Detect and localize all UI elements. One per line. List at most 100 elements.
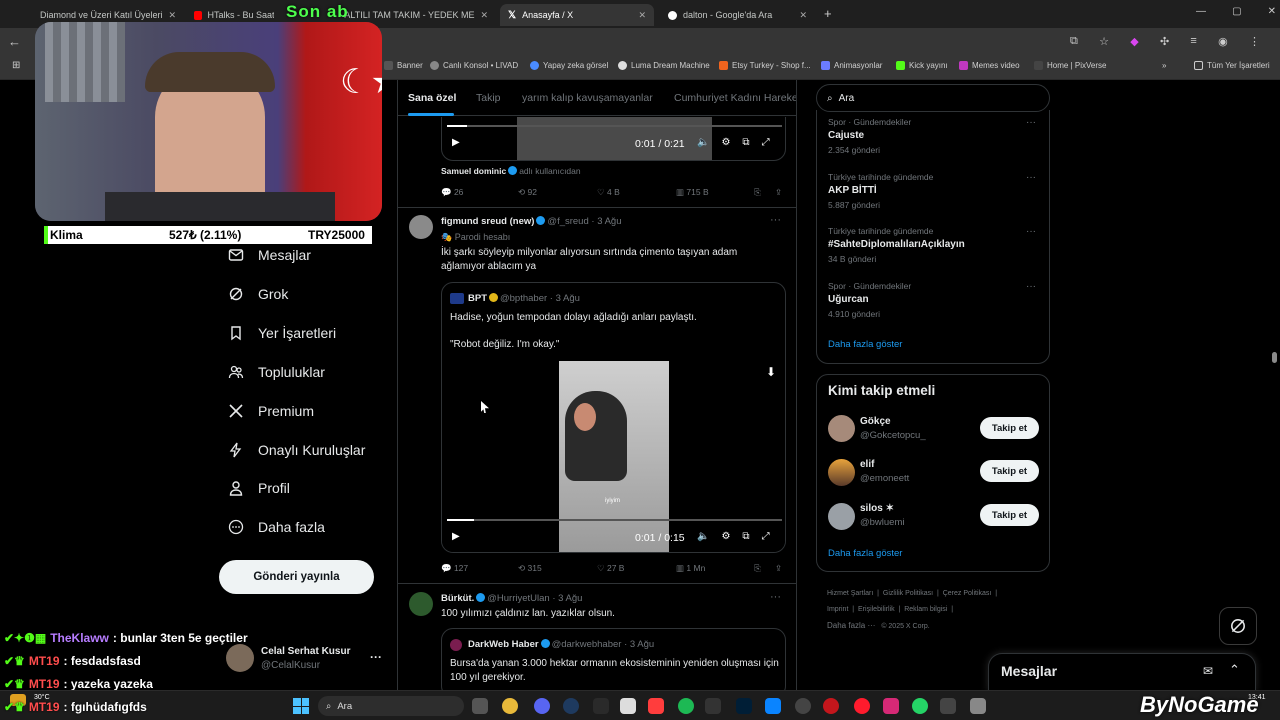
trend-item[interactable]: Türkiye tarihinde gündemde AKP BİTTİ 5.8…	[828, 172, 933, 210]
footer-link[interactable]: Çerez Politikası	[943, 590, 992, 597]
bookmark-yapay-zeka[interactable]: Yapay zeka görsel	[530, 61, 608, 70]
share-icon[interactable]: ⇪	[775, 563, 782, 574]
bookmark-icon[interactable]: ⎘	[754, 563, 761, 574]
bookmarks-overflow[interactable]: »	[1162, 61, 1166, 70]
avatar[interactable]	[828, 503, 855, 530]
trend-more-button[interactable]: ···	[1026, 226, 1036, 237]
share-icon[interactable]: ⇪	[775, 187, 782, 198]
bookmark-kick[interactable]: Kick yayını	[896, 61, 948, 70]
discord-icon[interactable]	[534, 698, 550, 714]
bookmark-luma[interactable]: Luma Dream Machine	[618, 61, 710, 70]
show-more-trends-link[interactable]: Daha fazla göster	[828, 339, 902, 350]
views-button[interactable]: ▥ 715 B	[676, 187, 709, 198]
footer-link[interactable]: Imprint	[827, 606, 848, 613]
maximize-button[interactable]: ▢	[1232, 6, 1241, 17]
sidebar-item-verified-orgs[interactable]: Onaylı Kuruluşlar	[228, 442, 365, 458]
windows-start-icon[interactable]	[293, 698, 309, 714]
reply-button[interactable]: 💬 127	[441, 563, 468, 574]
epic-games-icon[interactable]	[705, 698, 721, 714]
media-icon[interactable]: ≡	[1190, 35, 1196, 49]
new-message-icon[interactable]: ✉	[1203, 664, 1213, 678]
trend-item[interactable]: Türkiye tarihinde gündemde #SahteDiploma…	[828, 226, 965, 264]
whatsapp-icon[interactable]	[912, 698, 928, 714]
play-icon[interactable]: ▶	[452, 531, 460, 542]
sidebar-item-messages[interactable]: Mesajlar	[228, 247, 311, 263]
follow-button[interactable]: Takip et	[980, 504, 1039, 526]
post-more-button[interactable]: ···	[770, 591, 781, 603]
account-more-button[interactable]: ···	[370, 650, 382, 664]
quoted-post[interactable]: BPT @bpthaber · 3 Ağu Hadise, yoğun tempo…	[441, 282, 786, 553]
close-icon[interactable]: ✕	[480, 10, 488, 21]
avatar[interactable]	[226, 644, 254, 672]
app-icon[interactable]	[765, 698, 781, 714]
profile-icon[interactable]: ◉	[1218, 35, 1228, 49]
sidebar-item-premium[interactable]: Premium	[228, 403, 314, 419]
like-button[interactable]: ♡ 4 B	[597, 187, 620, 198]
sidebar-item-grok[interactable]: Grok	[228, 286, 288, 302]
footer-link[interactable]: Daha fazla ···	[827, 621, 875, 630]
fullscreen-icon[interactable]: ⤢	[762, 531, 770, 542]
new-tab-button[interactable]: +	[824, 6, 832, 21]
calculator-icon[interactable]	[970, 698, 986, 714]
sidebar-item-bookmarks[interactable]: Yer İşaretleri	[228, 325, 336, 341]
close-icon[interactable]: ✕	[799, 10, 807, 21]
menu-icon[interactable]: ⋮	[1249, 35, 1260, 49]
tab-list-2[interactable]: Cumhuriyet Kadını Hareke	[674, 92, 796, 104]
apps-icon[interactable]: ⊞	[12, 60, 20, 71]
sidebar-item-profile[interactable]: Profil	[228, 480, 290, 496]
pip-icon[interactable]: ⧉	[742, 137, 749, 148]
suggested-user-name[interactable]: silos ✶	[860, 503, 894, 514]
star-icon[interactable]: ☆	[1099, 35, 1109, 49]
fullscreen-icon[interactable]: ⤢	[762, 137, 770, 148]
play-icon[interactable]: ▶	[452, 137, 460, 148]
like-button[interactable]: ♡ 27 B	[597, 563, 624, 574]
repost-button[interactable]: ⟲ 92	[518, 187, 537, 198]
bookmark-banner[interactable]: Banner	[384, 61, 423, 70]
search-input[interactable]: ⌕ Ara	[816, 84, 1050, 112]
author-name[interactable]: Bürküt.	[441, 593, 474, 604]
opera-icon[interactable]	[854, 698, 870, 714]
avatar[interactable]	[409, 592, 433, 616]
trend-item[interactable]: Spor · Gündemdekiler Uğurcan 4.910 gönde…	[828, 281, 911, 319]
video-player[interactable]: ▶ 0:01 / 0:21 🔈 ⚙ ⧉ ⤢	[441, 117, 786, 161]
suggested-user-name[interactable]: Gökçe	[860, 416, 891, 427]
trend-item[interactable]: Spor · Gündemdekiler Cajuste 2.354 gönde…	[828, 117, 911, 155]
video-player[interactable]: iyiyim ⬇ ▶ 0:01 / 0:15 🔈 ⚙ ⧉ ⤢	[442, 361, 785, 552]
volume-icon[interactable]: 🔈	[697, 137, 709, 148]
settings-icon[interactable]: ⚙	[721, 137, 730, 148]
task-view-icon[interactable]	[472, 698, 488, 714]
download-icon[interactable]: ⬇	[766, 365, 776, 379]
tab-following[interactable]: Takip	[476, 92, 501, 104]
tab-x-home[interactable]: 𝕏 Anasayfa / X ✕	[500, 4, 654, 26]
obs-icon[interactable]	[795, 698, 811, 714]
bookmark-etsy[interactable]: Etsy Turkey - Shop f...	[719, 61, 811, 70]
close-icon[interactable]: ✕	[169, 10, 176, 21]
video-progress[interactable]	[447, 519, 782, 521]
tab-google[interactable]: dalton - Google'da Ara ✕	[660, 4, 815, 26]
footer-link[interactable]: Hizmet Şartları	[827, 590, 873, 597]
post-more-button[interactable]: ···	[770, 214, 781, 226]
photoshop-icon[interactable]	[736, 698, 752, 714]
expand-icon[interactable]: ⌃	[1229, 662, 1240, 678]
bookmark-icon[interactable]: ⎘	[754, 187, 761, 198]
app-icon[interactable]	[940, 698, 956, 714]
follow-button[interactable]: Takip et	[980, 417, 1039, 439]
show-more-who-link[interactable]: Daha fazla göster	[828, 548, 902, 559]
bookmark-animasyonlar[interactable]: Animasyonlar	[821, 61, 882, 70]
trend-more-button[interactable]: ···	[1026, 281, 1036, 292]
footer-link[interactable]: Reklam bilgisi	[904, 606, 947, 613]
bookmark-memes[interactable]: Memes video	[959, 61, 1020, 70]
app-icon[interactable]	[593, 698, 609, 714]
footer-link[interactable]: Gizlilik Politikası	[883, 590, 933, 597]
steam-icon[interactable]	[563, 698, 579, 714]
sidebar-item-more[interactable]: Daha fazla	[228, 519, 325, 535]
close-icon[interactable]: ✕	[638, 10, 646, 21]
minimize-button[interactable]: —	[1196, 6, 1206, 17]
app-icon[interactable]	[648, 698, 664, 714]
avatar[interactable]	[828, 415, 855, 442]
chrome-icon[interactable]	[502, 698, 518, 714]
app-icon[interactable]	[823, 698, 839, 714]
trend-more-button[interactable]: ···	[1026, 172, 1036, 183]
taskbar-search[interactable]: ⌕ Ara	[318, 696, 464, 716]
bookmark-canli-konsol[interactable]: Canlı Konsol • LIVAD	[430, 61, 518, 70]
